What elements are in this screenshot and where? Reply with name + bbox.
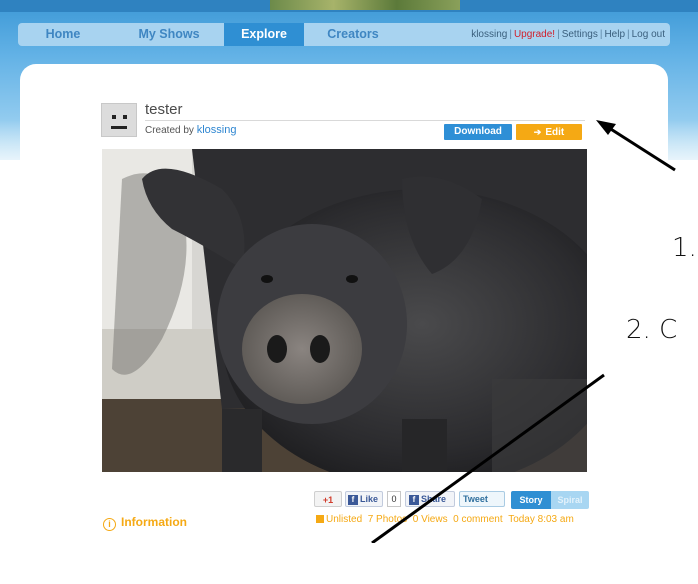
arrow-line-1 <box>605 124 676 172</box>
arrow-line-2 <box>371 373 605 543</box>
annotation-arrows <box>371 120 676 543</box>
arrow-head-icon <box>596 120 616 135</box>
